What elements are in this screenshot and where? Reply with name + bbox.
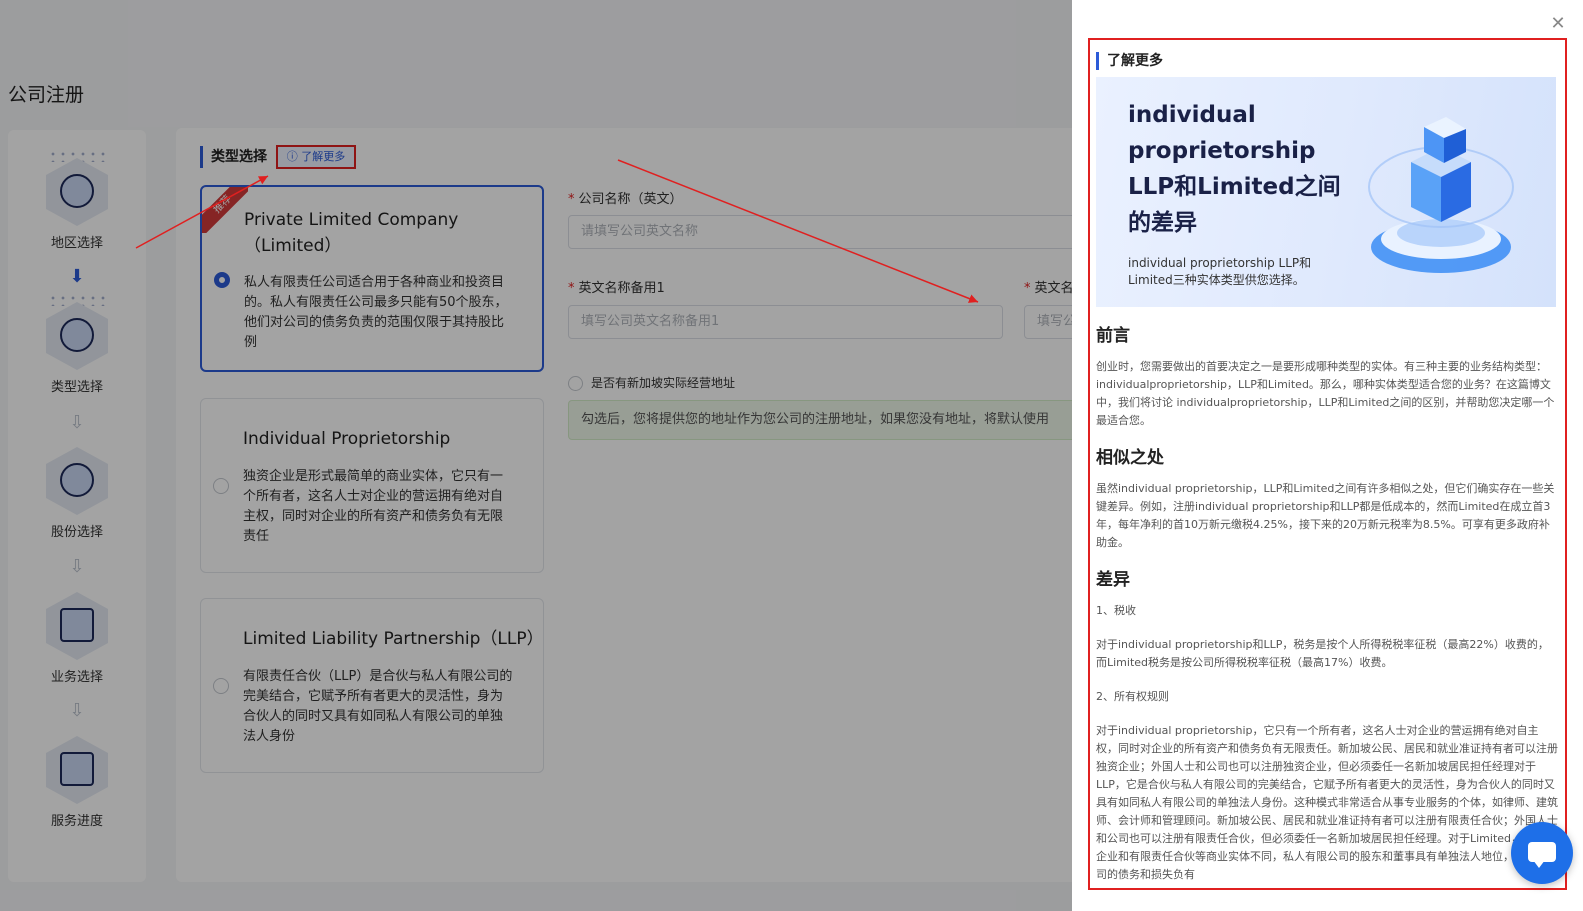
drawer-content: 了解更多 individual proprietorship LLP和Limit…	[1088, 38, 1567, 890]
list-item: 2、所有权规则	[1096, 690, 1169, 703]
article-body: 前言 创业时，您需要做出的首要决定之一是要形成哪种类型的实体。有三种主要的业务结…	[1096, 324, 1558, 888]
banner-subtitle: individual proprietorship LLP和Limited三种实…	[1128, 256, 1312, 287]
chat-button[interactable]	[1511, 822, 1573, 884]
list-item: 1、税收	[1096, 604, 1136, 617]
section-title: 相似之处	[1096, 448, 1164, 468]
section-text: 对于individual proprietorship，它只有一个所有者，这名人…	[1096, 724, 1558, 881]
cube-illustration	[1368, 117, 1514, 273]
section-text: 对于individual proprietorship和LLP，税务是按个人所得…	[1096, 638, 1549, 669]
section-title: 差异	[1096, 570, 1130, 590]
banner-title: individual proprietorship LLP和Limited之间的…	[1128, 102, 1341, 236]
close-icon[interactable]: ✕	[1549, 15, 1567, 33]
article-banner: individual proprietorship LLP和Limited之间的…	[1096, 77, 1556, 307]
modal-overlay[interactable]	[0, 0, 1072, 911]
section-text: 创业时，您需要做出的首要决定之一是要形成哪种类型的实体。有三种主要的业务结构类型…	[1096, 360, 1555, 427]
chat-bubble-icon	[1528, 842, 1556, 862]
section-text: 虽然individual proprietorship，LLP和Limited之…	[1096, 482, 1555, 549]
drawer-heading: 了解更多	[1096, 52, 1163, 70]
section-title: 前言	[1096, 326, 1130, 346]
learn-more-drawer: ✕ 了解更多 individual proprietorship LLP和Lim…	[1072, 0, 1583, 911]
